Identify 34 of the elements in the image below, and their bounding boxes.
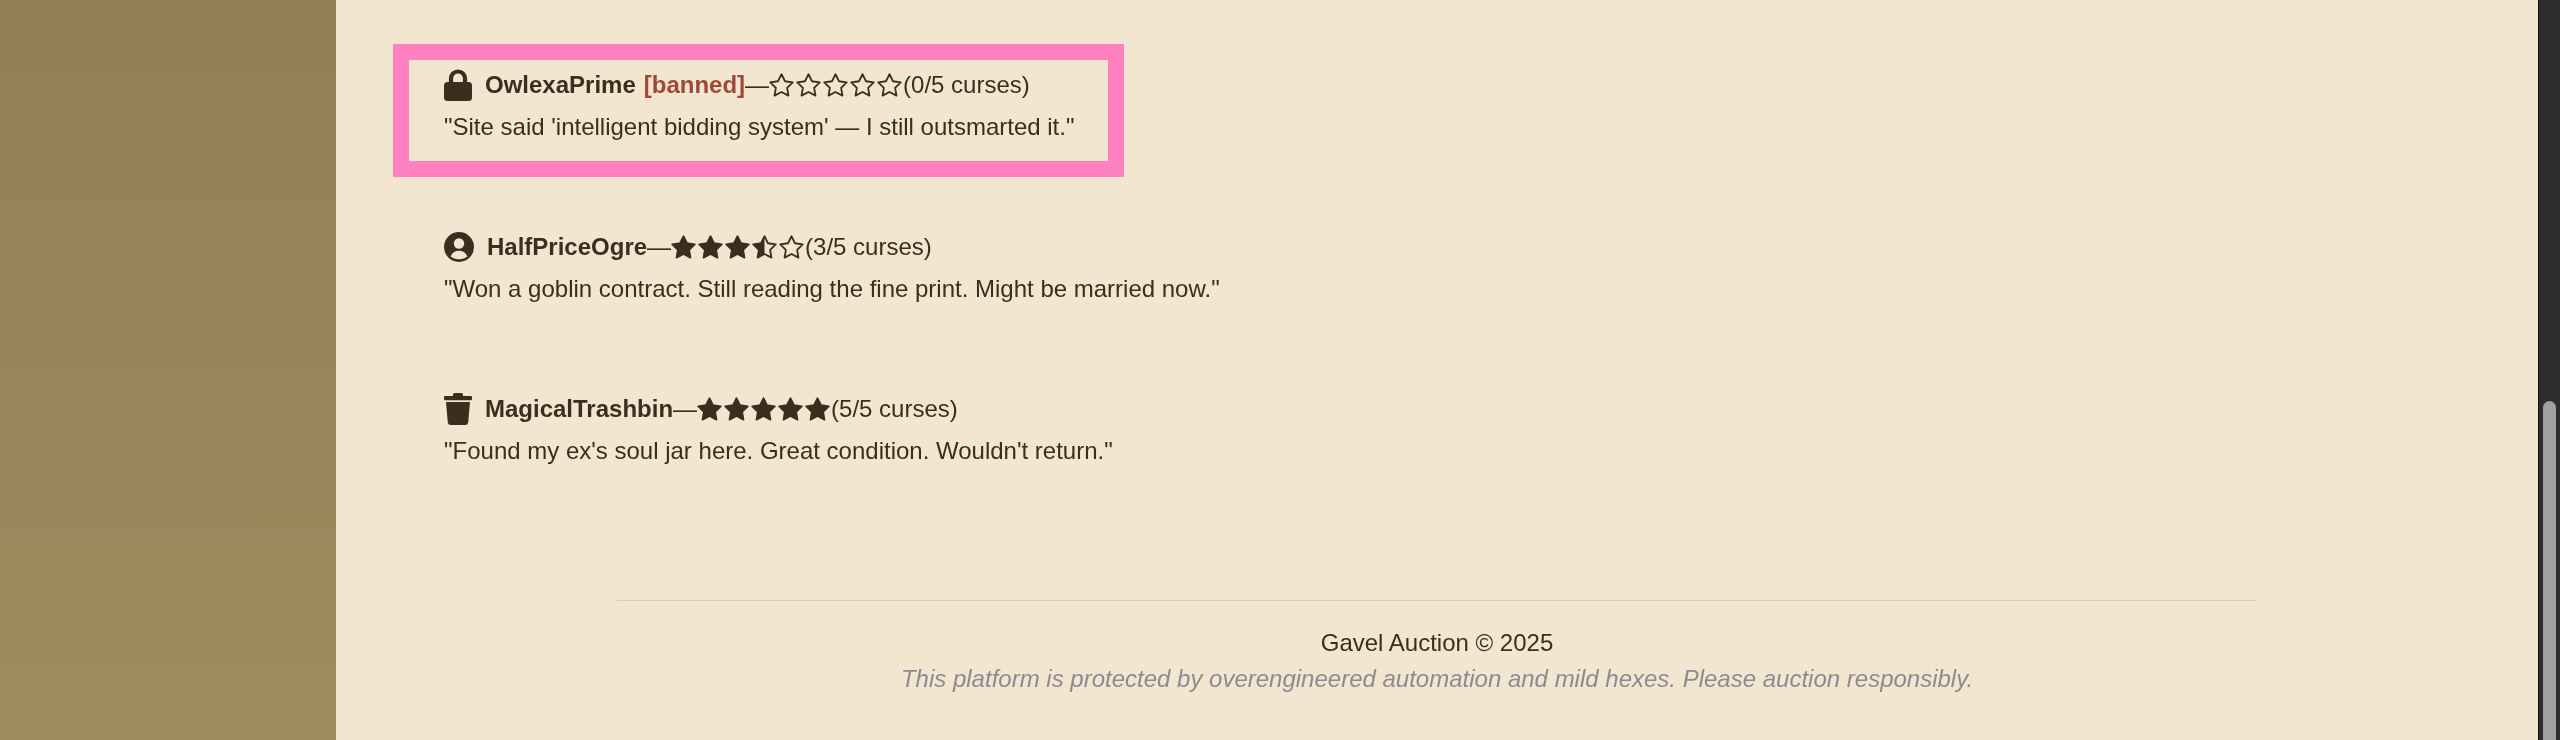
- star-outline-icon: [823, 73, 849, 97]
- dash-separator: —: [745, 70, 770, 100]
- username: HalfPriceOgre: [487, 232, 648, 262]
- review-quote: "Won a goblin contract. Still reading the fine print. Might be married now.": [444, 274, 1220, 304]
- star-outline-icon: [796, 73, 822, 97]
- username: OwlexaPrime: [485, 70, 636, 100]
- lock-icon: [444, 69, 472, 101]
- star-icon: [698, 235, 724, 259]
- star-icon: [671, 235, 697, 259]
- dash-separator: —: [673, 394, 698, 424]
- user-avatar-icon: [444, 232, 474, 262]
- half-star-icon: [752, 235, 778, 259]
- star-icon: [697, 397, 723, 421]
- curse-rating-text: (0/5 curses): [903, 70, 1030, 100]
- star-outline-icon: [769, 73, 795, 97]
- dash-separator: —: [647, 232, 672, 262]
- star-icon: [778, 397, 804, 421]
- star-outline-icon: [877, 73, 903, 97]
- trash-icon: [444, 393, 472, 425]
- review-quote: "Found my ex's soul jar here. Great condition. Wouldn't return.": [444, 436, 1113, 466]
- star-icon: [725, 235, 751, 259]
- footer-tagline: This platform is protected by overengineered automation and mild hexes. Please auction responsibly.: [900, 664, 1974, 694]
- star-outline-icon: [850, 73, 876, 97]
- curse-rating-text: (5/5 curses): [831, 394, 958, 424]
- star-icon: [751, 397, 777, 421]
- star-icon: [805, 397, 831, 421]
- star-icon: [724, 397, 750, 421]
- review-quote: "Site said 'intelligent bidding system' — I still outsmarted it.": [444, 112, 1075, 142]
- scrollbar-thumb[interactable]: [2543, 401, 2556, 740]
- copyright-text: Gavel Auction © 2025: [1320, 628, 1554, 658]
- banned-label: [banned]: [643, 70, 746, 100]
- username: MagicalTrashbin: [485, 394, 674, 424]
- curse-rating-text: (3/5 curses): [805, 232, 932, 262]
- star-outline-icon: [779, 235, 805, 259]
